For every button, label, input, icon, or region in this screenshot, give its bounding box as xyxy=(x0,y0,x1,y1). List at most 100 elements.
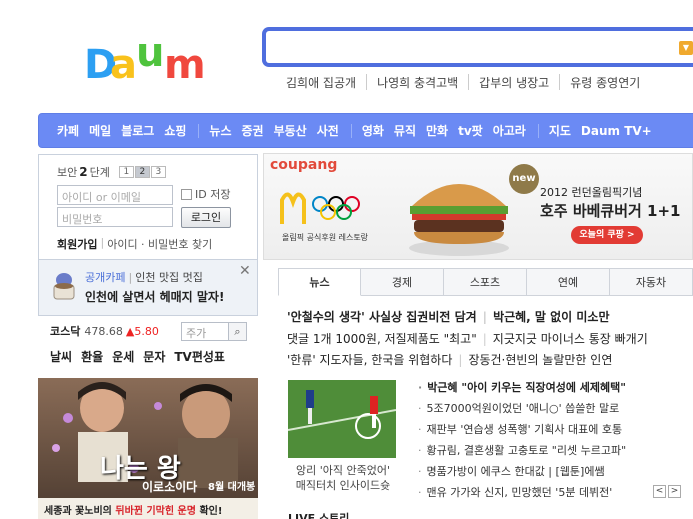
nav-item-map[interactable]: 지도 xyxy=(549,122,571,139)
security-label: 보안 xyxy=(57,166,78,179)
live-story-label[interactable]: LIVE 스토리 xyxy=(288,510,349,519)
trending-keywords: 김희애 집공개 나영희 충격고백 갑부의 냉장고 유령 종영연기 xyxy=(284,74,650,90)
tab-car[interactable]: 자동차 xyxy=(610,268,693,296)
headline-link[interactable]: 장동건·현빈의 놀랄만한 인연 xyxy=(468,353,612,367)
news-tabs: 뉴스 경제 스포츠 연예 자동차 xyxy=(278,268,693,296)
headline-link[interactable]: '안철수의 생각' 사실상 집권비전 담겨 xyxy=(287,310,477,324)
movie-ad-caption: 세종과 꽃노비의 뒤바뀐 기막힌 운명 확인! xyxy=(44,506,223,517)
thumbnail-caption[interactable]: 앙리 '아직 안죽었어' 매직터치 인사이드슛 xyxy=(288,463,398,493)
security-level: 보안 2 단계 1 2 3 xyxy=(57,164,166,180)
promo-headline[interactable]: 인천에 살면서 헤매지 말자! xyxy=(85,288,224,305)
quick-links: 날씨 환율 운세 문자 TV편성표 xyxy=(50,348,234,365)
trending-keyword[interactable]: 김희애 집공개 xyxy=(284,74,366,90)
stock-index[interactable]: 코스닥 478.68 ▲5.80 xyxy=(50,323,159,339)
id-save-checkbox[interactable]: ID 저장 xyxy=(181,186,230,202)
id-save-label: ID 저장 xyxy=(195,188,231,201)
service-nav-bar: 카페 메일 블로그 쇼핑 뉴스 증권 부동산 사전 영화 뮤직 만화 tv팟 아… xyxy=(38,113,693,148)
nav-item-realestate[interactable]: 부동산 xyxy=(274,122,307,139)
soccer-photo xyxy=(288,380,396,458)
stock-search-input[interactable]: 주가 ⌕ xyxy=(181,322,247,341)
quick-link-exchange[interactable]: 환율 xyxy=(81,348,103,365)
next-page-icon[interactable]: > xyxy=(668,485,681,498)
headline-link[interactable]: 댓글 1개 1000원, 저질제품도 "최고" xyxy=(287,332,477,346)
find-account-link[interactable]: 아이디 · 비밀번호 찾기 xyxy=(107,236,212,252)
search-icon[interactable]: ⌕ xyxy=(228,323,246,340)
nav-divider xyxy=(350,123,352,138)
banner-line2: 호주 바베큐버거 1+1 xyxy=(540,202,681,220)
cafe-promo[interactable]: 공개카페 | 인천 맛집 멋집 인천에 살면서 헤매지 말자! ✕ xyxy=(38,260,258,316)
svg-text:u: u xyxy=(136,34,164,76)
daum-logo[interactable]: D a u m xyxy=(84,30,214,88)
tab-news[interactable]: 뉴스 xyxy=(278,268,361,296)
nav-item-daum-tv[interactable]: Daum TV+ xyxy=(581,124,652,138)
signup-link[interactable]: 회원가입 xyxy=(57,236,97,252)
search-input[interactable] xyxy=(272,32,672,62)
list-item[interactable]: 명품가방이 에쿠스 한대값 | [웹툰]에쌤 xyxy=(418,461,626,482)
nav-item-mail[interactable]: 메일 xyxy=(89,122,111,139)
trending-keyword[interactable]: 유령 종영연기 xyxy=(559,74,650,90)
nav-item-agora[interactable]: 아고라 xyxy=(493,122,526,139)
promo-topic[interactable]: 인천 맛집 멋집 xyxy=(135,271,203,284)
svg-text:m: m xyxy=(164,42,206,84)
list-item[interactable]: 박근혜 "아이 키우는 직장여성에 세제혜택" xyxy=(418,377,626,398)
quick-link-sms[interactable]: 문자 xyxy=(143,348,165,365)
tab-entertainment[interactable]: 연예 xyxy=(527,268,610,296)
news-pager: < > xyxy=(651,485,681,498)
burger-image xyxy=(409,184,509,256)
nav-item-news[interactable]: 뉴스 xyxy=(209,122,231,139)
nav-item-stock[interactable]: 증권 xyxy=(242,122,264,139)
checkbox-icon[interactable] xyxy=(181,188,192,200)
mcdonalds-olympic-logo-icon xyxy=(280,192,360,224)
security-level-3-button[interactable]: 3 xyxy=(150,166,166,178)
nav-item-tvpot[interactable]: tv팟 xyxy=(458,122,483,139)
headline-link[interactable]: 박근혜, 말 없이 미소만 xyxy=(493,310,609,324)
nav-item-music[interactable]: 뮤직 xyxy=(394,122,416,139)
headline-link[interactable]: '한류' 지도자들, 한국을 위협하다 xyxy=(287,353,452,367)
headline-link[interactable]: 지긋지긋 마이너스 통장 빠개기 xyxy=(493,332,648,346)
search-dropdown-arrow-icon[interactable]: ▼ xyxy=(679,41,693,55)
prev-page-icon[interactable]: < xyxy=(653,485,666,498)
login-button[interactable]: 로그인 xyxy=(181,207,231,228)
movie-ad-release: 8월 대개봉 xyxy=(208,482,256,493)
list-item[interactable]: 맨유 가가와 신지, 민망했던 '5분 데뷔전' xyxy=(418,482,626,503)
list-item[interactable]: 5조7000억원이었던 '애니○' 씁쓸한 말로 xyxy=(418,398,626,419)
close-icon[interactable]: ✕ xyxy=(239,263,251,279)
banner-cta-button[interactable]: 오늘의 쿠팡 > xyxy=(571,226,643,244)
security-level-value: 2 xyxy=(79,165,88,179)
nav-item-blog[interactable]: 블로그 xyxy=(121,122,154,139)
coupang-banner[interactable]: coupang 올림픽 공식후원 레스토랑 new 2012 런던올림픽기념 호… xyxy=(263,153,693,260)
nav-item-dictionary[interactable]: 사전 xyxy=(317,122,339,139)
svg-text:a: a xyxy=(110,42,137,84)
promo-cafe-label[interactable]: 공개카페 xyxy=(85,271,125,284)
banner-brand: coupang xyxy=(270,157,338,173)
password-input[interactable]: 비밀번호 xyxy=(57,207,173,227)
movie-ad-subtitle: 이로소이다 xyxy=(142,480,198,494)
nav-item-comics[interactable]: 만화 xyxy=(426,122,448,139)
tab-sports[interactable]: 스포츠 xyxy=(444,268,527,296)
quick-link-tv-schedule[interactable]: TV편성표 xyxy=(174,348,225,365)
banner-line1: 2012 런던올림픽기념 xyxy=(540,186,643,199)
movie-ad-banner[interactable]: 나는 왕 이로소이다 8월 대개봉 세종과 꽃노비의 뒤바뀐 기막힌 운명 확인… xyxy=(38,378,258,519)
nav-item-shopping[interactable]: 쇼핑 xyxy=(164,122,186,139)
trending-keyword[interactable]: 나영희 충격고백 xyxy=(366,74,468,90)
headline-row: 댓글 1개 1000원, 저질제품도 "최고" | 지긋지긋 마이너스 통장 빠개기 xyxy=(287,332,648,346)
news-thumbnail[interactable] xyxy=(288,380,396,458)
tab-economy[interactable]: 경제 xyxy=(361,268,444,296)
list-item[interactable]: 황규림, 결혼생활 고충토로 "리셋 누르고파" xyxy=(418,440,627,461)
quick-link-fortune[interactable]: 운세 xyxy=(112,348,134,365)
id-input[interactable]: 아이디 or 이메일 xyxy=(57,185,173,205)
headline-row: '한류' 지도자들, 한국을 위협하다 | 장동건·현빈의 놀랄만한 인연 xyxy=(287,353,613,367)
stock-index-change: ▲5.80 xyxy=(125,324,159,338)
security-level-1-button[interactable]: 1 xyxy=(118,166,134,178)
nav-item-movie[interactable]: 영화 xyxy=(362,122,384,139)
daum-logo-icon: D a u m xyxy=(84,30,206,88)
security-level-2-button[interactable]: 2 xyxy=(134,166,150,178)
list-item[interactable]: 재판부 '연습생 성폭행' 기획사 대표에 호통 xyxy=(418,419,626,440)
stock-index-value: 478.68 xyxy=(84,324,123,338)
trending-keyword[interactable]: 갑부의 냉장고 xyxy=(468,74,559,90)
nav-item-cafe[interactable]: 카페 xyxy=(57,122,79,139)
quick-link-weather[interactable]: 날씨 xyxy=(50,348,72,365)
login-panel: 보안 2 단계 1 2 3 아이디 or 이메일 비밀번호 ID 저장 로그인 … xyxy=(38,154,258,260)
nav-divider xyxy=(537,123,539,138)
search-box[interactable]: ▼ xyxy=(262,27,693,67)
